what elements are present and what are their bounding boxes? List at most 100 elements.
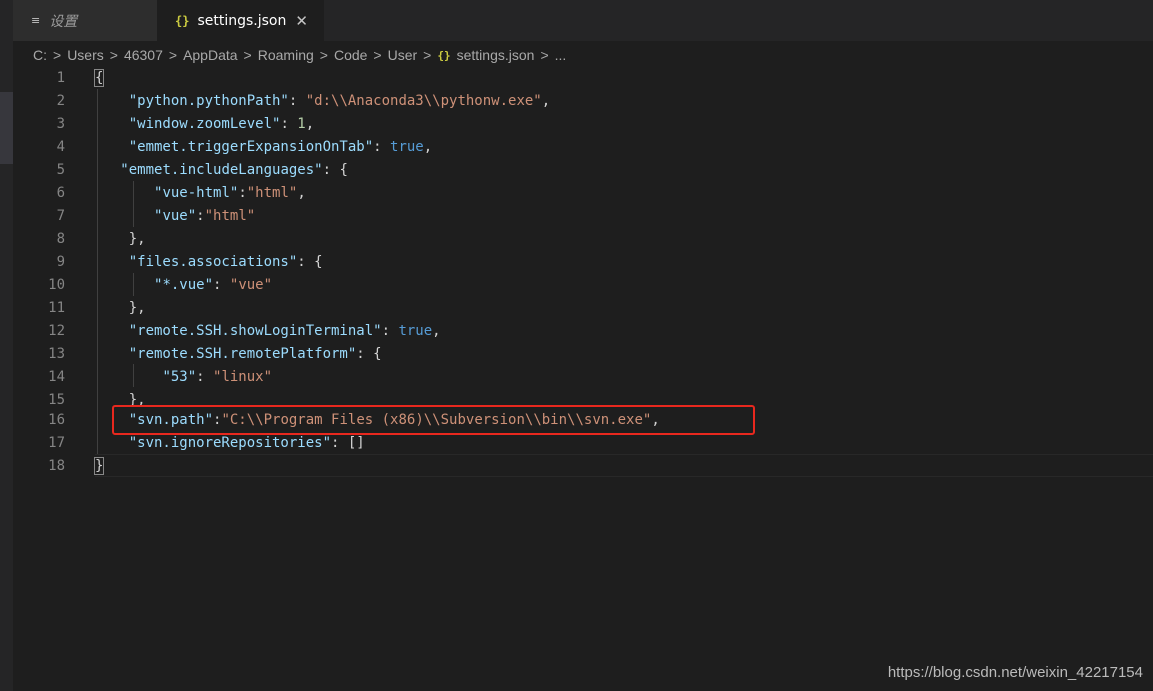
code-line[interactable]: 12 "remote.SSH.showLoginTerminal": true, — [13, 320, 1153, 343]
line-number: 2 — [56, 93, 65, 109]
json-key: "files.associations" — [128, 254, 298, 270]
code-line[interactable]: 13 "remote.SSH.remotePlatform": { — [13, 343, 1153, 366]
json-key: "emmet.triggerExpansionOnTab" — [128, 139, 374, 155]
open-brace: { — [93, 69, 105, 87]
breadcrumb-item-code[interactable]: Code — [334, 47, 367, 63]
close-brace: }, — [128, 300, 146, 316]
json-separator: : — [280, 116, 298, 132]
close-icon[interactable]: ✕ — [295, 12, 308, 30]
breadcrumb-item-symbols[interactable]: ... — [555, 47, 567, 63]
code-line[interactable]: 3 "window.zoomLevel": 1, — [13, 113, 1153, 136]
tab-settings-ui-label: 设置 — [49, 13, 78, 30]
code-line[interactable]: 1 { — [13, 67, 1153, 90]
editor-tab-bar: ≡ 设置 {} settings.json ✕ — [13, 0, 1153, 41]
code-editor[interactable]: 1 { 2 "python.pythonPath": "d:\\Anaconda… — [13, 69, 1153, 691]
json-key: "vue-html" — [154, 185, 239, 201]
json-number: 1 — [297, 116, 306, 132]
json-key: "vue" — [154, 208, 197, 224]
json-string: "d:\\Anaconda3\\pythonw.exe" — [305, 93, 542, 109]
line-number: 17 — [48, 435, 65, 451]
json-comma: , — [297, 185, 306, 201]
settings-list-icon: ≡ — [31, 14, 41, 27]
code-line[interactable]: 7 "vue":"html" — [13, 205, 1153, 228]
json-comma: , — [305, 116, 315, 132]
code-line[interactable]: 6 "vue-html":"html", — [13, 182, 1153, 205]
breadcrumb-item-file[interactable]: settings.json — [457, 47, 535, 63]
json-string: "linux" — [213, 369, 273, 385]
json-string: "html" — [204, 208, 256, 224]
json-key: "53" — [162, 369, 197, 385]
json-comma: , — [423, 139, 433, 155]
json-string: "html" — [246, 185, 298, 201]
chevron-right-icon: > — [423, 47, 432, 63]
json-file-icon: {} — [175, 13, 190, 28]
activity-bar — [0, 0, 13, 691]
json-comma: , — [432, 323, 441, 339]
line-number: 6 — [56, 185, 65, 201]
line-number: 4 — [56, 139, 65, 155]
line-number: 8 — [56, 231, 65, 247]
tab-settings-ui[interactable]: ≡ 设置 — [13, 0, 157, 41]
line-number: 5 — [56, 162, 65, 178]
breadcrumb-item-46307[interactable]: 46307 — [124, 47, 163, 63]
json-separator: : — [331, 435, 348, 451]
code-line[interactable]: 9 "files.associations": { — [13, 251, 1153, 274]
json-separator: : — [288, 93, 306, 109]
breadcrumb-item-c[interactable]: C: — [33, 47, 47, 63]
line-number: 11 — [48, 300, 65, 316]
json-separator: : — [238, 185, 247, 201]
line-number: 16 — [48, 412, 65, 428]
json-separator: : { — [322, 162, 348, 178]
breadcrumb-item-roaming[interactable]: Roaming — [258, 47, 314, 63]
chevron-right-icon: > — [319, 47, 328, 63]
chevron-right-icon: > — [168, 47, 178, 63]
json-key: "*.vue" — [154, 277, 214, 293]
line-number: 9 — [56, 254, 65, 270]
line-number: 13 — [48, 346, 65, 362]
code-line[interactable]: 17 "svn.ignoreRepositories": [] — [13, 432, 1153, 455]
line-number: 10 — [48, 277, 65, 293]
activity-bar-indicator — [0, 92, 13, 164]
json-key: "python.pythonPath" — [128, 93, 289, 109]
code-line[interactable]: 4 "emmet.triggerExpansionOnTab": true, — [13, 136, 1153, 159]
json-key: "remote.SSH.showLoginTerminal" — [128, 323, 382, 339]
annotation-highlight-box — [112, 405, 755, 435]
line-number: 1 — [56, 70, 65, 86]
code-line[interactable]: 10 "*.vue": "vue" — [13, 274, 1153, 297]
json-separator: : { — [297, 254, 323, 270]
json-key: "svn.ignoreRepositories" — [128, 435, 332, 451]
code-line[interactable]: 11 }, — [13, 297, 1153, 320]
json-separator: : — [196, 369, 214, 385]
line-number: 7 — [56, 208, 65, 224]
line-number: 12 — [48, 323, 65, 339]
code-line[interactable]: 8 }, — [13, 228, 1153, 251]
tab-settings-json[interactable]: {} settings.json ✕ — [157, 0, 324, 41]
json-separator: : — [373, 139, 391, 155]
json-comma: , — [541, 93, 551, 109]
line-number: 3 — [56, 116, 65, 132]
tab-settings-json-label: settings.json — [197, 12, 287, 29]
code-line[interactable]: 2 "python.pythonPath": "d:\\Anaconda3\\p… — [13, 90, 1153, 113]
code-line[interactable]: 5 "emmet.includeLanguages": { — [13, 159, 1153, 182]
watermark: https://blog.csdn.net/weixin_42217154 — [887, 664, 1143, 681]
code-line[interactable]: 14 "53": "linux" — [13, 366, 1153, 389]
breadcrumb-item-user[interactable]: User — [388, 47, 418, 63]
json-key: "remote.SSH.remotePlatform" — [128, 346, 357, 362]
line-number: 18 — [48, 458, 65, 474]
json-boolean: true — [398, 323, 433, 339]
breadcrumb-item-appdata[interactable]: AppData — [183, 47, 237, 63]
code-line[interactable]: 18 } — [13, 455, 1153, 478]
close-brace: } — [93, 457, 105, 475]
json-boolean: true — [390, 139, 424, 155]
json-separator: : — [213, 277, 230, 293]
json-key: "window.zoomLevel" — [128, 116, 281, 132]
json-separator: : — [381, 323, 399, 339]
breadcrumb-item-users[interactable]: Users — [67, 47, 104, 63]
json-separator: : — [196, 208, 205, 224]
close-brace: }, — [128, 231, 146, 247]
json-array: [] — [347, 435, 365, 451]
chevron-right-icon: > — [373, 47, 382, 63]
breadcrumb: C: > Users > 46307 > AppData > Roaming >… — [13, 41, 1153, 69]
chevron-right-icon: > — [540, 47, 549, 63]
json-separator: : { — [356, 346, 382, 362]
